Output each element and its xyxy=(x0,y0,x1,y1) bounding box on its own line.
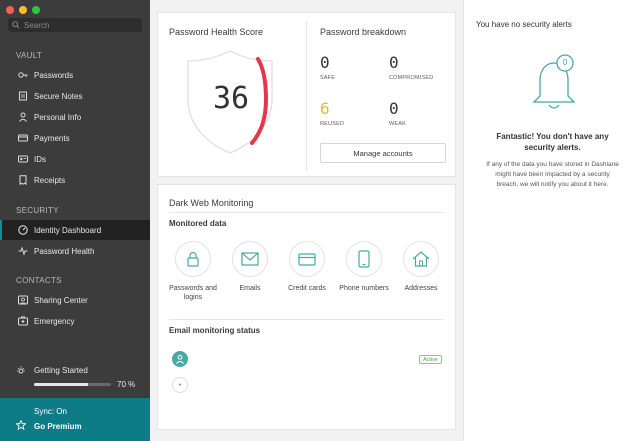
emergency-icon xyxy=(18,316,28,326)
user-icon xyxy=(176,354,184,364)
monitored-data-title: Monitored data xyxy=(169,219,227,228)
sidebar-item-label: Emergency xyxy=(34,316,75,326)
email-monitoring-status-title: Email monitoring status xyxy=(169,326,261,335)
dashboard-icon xyxy=(18,225,28,235)
sharing-icon xyxy=(18,295,28,305)
search-icon xyxy=(12,21,20,29)
receipt-icon xyxy=(18,175,28,185)
manage-accounts-button[interactable]: Manage accounts xyxy=(320,143,446,163)
monitored-item-label: Emails xyxy=(239,285,261,292)
sidebar-item-label: Passwords xyxy=(34,70,74,80)
security-alerts-panel: You have no security alerts 0 Fantastic!… xyxy=(463,0,640,441)
sidebar-item-sharing-center[interactable]: Sharing Center xyxy=(0,290,150,310)
getting-started-label: Getting Started xyxy=(34,365,88,375)
sidebar-item-emergency[interactable]: Emergency xyxy=(0,311,150,331)
monitored-emails[interactable]: Emails xyxy=(222,241,278,293)
monitored-passwords[interactable]: Passwords and logins xyxy=(165,241,221,302)
pulse-icon xyxy=(18,246,28,256)
sidebar-item-passwords[interactable]: Passwords xyxy=(0,65,150,85)
sidebar-item-password-health[interactable]: Password Health xyxy=(0,241,150,261)
email-status-badge: Active xyxy=(419,355,442,364)
dark-web-monitoring-card: Dark Web Monitoring Monitored data Passw… xyxy=(157,184,456,430)
safe-label: SAFE xyxy=(320,75,336,81)
monitored-phone-numbers[interactable]: Phone numbers xyxy=(336,241,392,293)
monitored-item-label: Addresses xyxy=(404,285,438,292)
progress-fill xyxy=(34,383,88,386)
lock-icon xyxy=(187,251,199,267)
minimize-window-button[interactable] xyxy=(19,6,27,14)
password-breakdown-title: Password breakdown xyxy=(320,27,407,37)
monitored-item-label: Passwords and logins xyxy=(169,285,217,301)
email-avatar[interactable] xyxy=(172,351,188,367)
sun-icon xyxy=(16,365,26,375)
no-alerts-headline: Fantastic! You don't have any security a… xyxy=(496,132,609,152)
sidebar-item-label: IDs xyxy=(34,154,46,164)
go-premium-panel[interactable]: Sync: On Go Premium xyxy=(0,398,150,441)
monitored-item-label: Phone numbers xyxy=(339,285,389,292)
weak-count: 0 xyxy=(389,99,399,118)
health-score-value: 36 xyxy=(212,81,250,116)
home-icon xyxy=(412,251,430,267)
safe-count: 0 xyxy=(320,53,330,72)
alert-count-badge: 0 xyxy=(562,58,568,67)
compromised-count: 0 xyxy=(389,53,399,72)
sync-status: Sync: On xyxy=(34,407,67,416)
bell-icon xyxy=(532,54,576,109)
close-window-button[interactable] xyxy=(6,6,14,14)
getting-started-progress-bar xyxy=(34,383,111,386)
sidebar-item-label: Sharing Center xyxy=(34,295,88,305)
sidebar-item-personal-info[interactable]: Personal Info xyxy=(0,107,150,127)
section-label-vault: VAULT xyxy=(16,51,43,60)
alerts-title: You have no security alerts xyxy=(476,20,572,29)
sidebar-item-label: Personal Info xyxy=(34,112,82,122)
star-icon xyxy=(15,419,27,432)
getting-started[interactable]: Getting Started 70 % xyxy=(16,365,144,389)
maximize-window-button[interactable] xyxy=(32,6,40,14)
monitored-credit-cards[interactable]: Credit cards xyxy=(279,241,335,293)
id-icon xyxy=(18,154,28,164)
no-alerts-description: If any of the data you have stored in Da… xyxy=(486,161,619,188)
credit-card-icon xyxy=(298,252,316,266)
section-label-contacts: CONTACTS xyxy=(16,276,62,285)
search-input[interactable] xyxy=(24,20,134,30)
sidebar-item-label: Secure Notes xyxy=(34,91,83,101)
reused-count: 6 xyxy=(320,99,330,118)
note-icon xyxy=(18,91,28,101)
weak-label: WEAK xyxy=(389,121,406,127)
sidebar-item-label: Password Health xyxy=(34,246,95,256)
compromised-label: COMPROMISED xyxy=(389,75,434,81)
phone-icon xyxy=(358,250,370,268)
sidebar-item-label: Identity Dashboard xyxy=(34,225,102,235)
person-icon xyxy=(18,112,28,122)
dark-web-monitoring-title: Dark Web Monitoring xyxy=(169,198,254,208)
sidebar-item-payments[interactable]: Payments xyxy=(0,128,150,148)
monitored-addresses[interactable]: Addresses xyxy=(393,241,449,293)
card-icon xyxy=(18,133,28,143)
reused-label: REUSED xyxy=(320,121,345,127)
go-premium-button[interactable]: Go Premium xyxy=(34,422,82,431)
window-controls xyxy=(6,6,40,14)
sidebar-item-secure-notes[interactable]: Secure Notes xyxy=(0,86,150,106)
password-health-card: Password Health Score 36 Password breakd… xyxy=(157,12,456,177)
mail-icon xyxy=(241,252,259,266)
section-label-security: SECURITY xyxy=(16,206,59,215)
progress-percentage: 70 % xyxy=(117,380,136,389)
sidebar-item-ids[interactable]: IDs xyxy=(0,149,150,169)
monitored-item-label: Credit cards xyxy=(288,285,326,292)
sidebar-item-label: Payments xyxy=(34,133,70,143)
sidebar-item-receipts[interactable]: Receipts xyxy=(0,170,150,190)
sidebar-item-identity-dashboard[interactable]: Identity Dashboard xyxy=(0,220,150,240)
sidebar-item-label: Receipts xyxy=(34,175,66,185)
sidebar: VAULT Passwords Secure Notes Personal In… xyxy=(0,0,150,441)
add-email-button[interactable]: • xyxy=(172,377,188,393)
search-box[interactable] xyxy=(8,18,142,32)
plus-icon: • xyxy=(178,381,182,389)
key-icon xyxy=(18,70,28,80)
password-health-score-title: Password Health Score xyxy=(169,27,264,37)
